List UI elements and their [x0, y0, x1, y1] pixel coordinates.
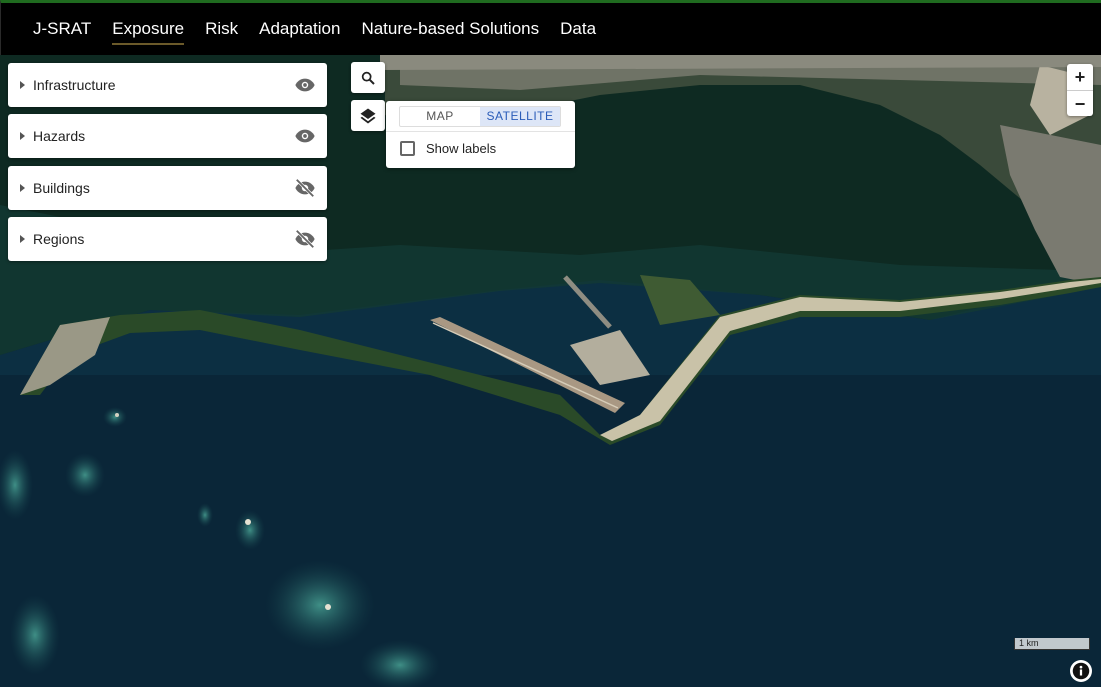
- nav-risk[interactable]: Risk: [205, 13, 238, 45]
- nav-data[interactable]: Data: [560, 13, 596, 45]
- panel-label: Hazards: [33, 128, 86, 144]
- expand-caret-icon[interactable]: [20, 81, 25, 89]
- basemap-layers-button[interactable]: [351, 100, 385, 131]
- basemap-option-map[interactable]: MAP: [400, 107, 480, 126]
- nav-nature-based-solutions[interactable]: Nature-based Solutions: [361, 13, 539, 45]
- basemap-popup: MAP SATELLITE Show labels: [386, 101, 575, 168]
- expand-caret-icon[interactable]: [20, 235, 25, 243]
- zoom-controls: + −: [1067, 64, 1093, 116]
- show-labels-label: Show labels: [426, 141, 497, 156]
- expand-caret-icon[interactable]: [20, 132, 25, 140]
- top-navigation: J-SRAT Exposure Risk Adaptation Nature-b…: [0, 0, 1101, 55]
- layer-panel-regions[interactable]: Regions: [8, 217, 327, 261]
- search-icon: [361, 71, 375, 85]
- layer-panel-hazards[interactable]: Hazards: [8, 114, 327, 158]
- eye-off-icon[interactable]: [294, 228, 316, 250]
- zoom-out-button[interactable]: −: [1067, 91, 1093, 117]
- zoom-in-button[interactable]: +: [1067, 64, 1093, 90]
- show-labels-toggle[interactable]: Show labels: [400, 141, 496, 156]
- attribution-info-button[interactable]: [1070, 660, 1092, 682]
- info-icon: [1072, 662, 1090, 680]
- basemap-toggle: MAP SATELLITE: [399, 106, 561, 127]
- scale-bar: 1 km: [1014, 638, 1090, 650]
- nav-exposure[interactable]: Exposure: [112, 13, 184, 45]
- expand-caret-icon[interactable]: [20, 184, 25, 192]
- divider: [386, 131, 575, 132]
- layers-icon: [360, 108, 376, 123]
- eye-icon[interactable]: [294, 125, 316, 147]
- panel-label: Buildings: [33, 180, 90, 196]
- layer-panel-infrastructure[interactable]: Infrastructure: [8, 63, 327, 107]
- search-button[interactable]: [351, 62, 385, 93]
- show-labels-checkbox[interactable]: [400, 141, 415, 156]
- panel-label: Infrastructure: [33, 77, 116, 93]
- basemap-option-satellite[interactable]: SATELLITE: [480, 107, 560, 126]
- app-brand[interactable]: J-SRAT: [33, 19, 91, 39]
- layer-panel-buildings[interactable]: Buildings: [8, 166, 327, 210]
- eye-off-icon[interactable]: [294, 177, 316, 199]
- panel-label: Regions: [33, 231, 85, 247]
- eye-icon[interactable]: [294, 74, 316, 96]
- nav-adaptation[interactable]: Adaptation: [259, 13, 340, 45]
